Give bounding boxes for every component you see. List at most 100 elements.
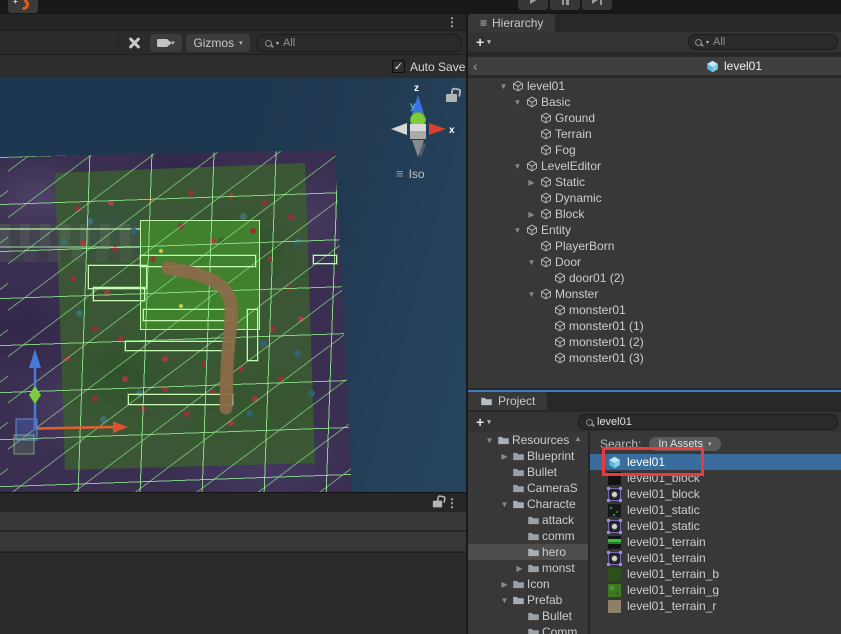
folder-item[interactable]: comm bbox=[468, 528, 588, 544]
chevron-down-icon: ▾ bbox=[487, 418, 491, 426]
folder-item[interactable]: ▼Characte bbox=[468, 496, 588, 512]
project-add-button[interactable]: + ▾ bbox=[476, 414, 491, 430]
hierarchy-item[interactable]: monster01 bbox=[468, 302, 841, 318]
scene-search-input[interactable] bbox=[283, 37, 453, 49]
hierarchy-tree: ▼level01 ▼Basic Ground Terrain Fog ▼Leve… bbox=[468, 78, 841, 388]
folder-item[interactable]: Bullet bbox=[468, 464, 588, 480]
camera-view-dropdown[interactable]: ▾ bbox=[150, 34, 182, 52]
projection-toggle[interactable]: ≡ Iso bbox=[396, 166, 425, 181]
folder-icon bbox=[527, 626, 540, 634]
tab-hierarchy[interactable]: ≡ Hierarchy bbox=[468, 14, 555, 32]
asset-row[interactable]: level01_terrain_r bbox=[590, 598, 841, 614]
axis-gizmo-y-ball[interactable] bbox=[411, 113, 426, 128]
hierarchy-search-field[interactable]: ▾ bbox=[688, 34, 838, 50]
hierarchy-item[interactable]: ▼Basic bbox=[468, 94, 841, 110]
folder-item[interactable]: ▶monst bbox=[468, 560, 588, 576]
scene-viewport[interactable]: z y x ≡ Iso bbox=[0, 78, 466, 492]
folder-icon bbox=[512, 482, 525, 495]
hierarchy-item[interactable]: ▼Entity bbox=[468, 222, 841, 238]
project-search-input[interactable] bbox=[597, 416, 830, 428]
hierarchy-item[interactable]: door01 (2) bbox=[468, 270, 841, 286]
hierarchy-item[interactable]: ▶Block bbox=[468, 206, 841, 222]
scrollbar-up-arrow-icon[interactable]: ▲ bbox=[574, 434, 582, 443]
expander-icon[interactable]: ▶ bbox=[526, 178, 537, 187]
back-chevron-icon[interactable]: ‹ bbox=[473, 58, 478, 74]
gameobject-cube-icon bbox=[540, 112, 552, 124]
tab-project[interactable]: Project bbox=[468, 392, 547, 410]
folder-item[interactable]: ▶Blueprint bbox=[468, 448, 588, 464]
kebab-menu-icon[interactable]: ⋮ bbox=[446, 15, 458, 29]
folder-item[interactable]: ▼ Prefab bbox=[468, 592, 588, 608]
asset-label: level01_terrain bbox=[627, 551, 706, 565]
hierarchy-item[interactable]: monster01 (3) bbox=[468, 350, 841, 366]
tools-icon[interactable] bbox=[126, 35, 142, 51]
expander-icon[interactable]: ▶ bbox=[514, 564, 525, 573]
asset-row[interactable]: level01_terrain bbox=[590, 534, 841, 550]
hierarchy-item[interactable]: monster01 (1) bbox=[468, 318, 841, 334]
hierarchy-item[interactable]: Ground bbox=[468, 110, 841, 126]
auto-save-checkbox[interactable]: ✓ bbox=[392, 60, 405, 73]
pause-button[interactable] bbox=[550, 0, 580, 10]
axis-gizmo-down-cone[interactable] bbox=[412, 140, 424, 157]
asset-row[interactable]: level01_static bbox=[590, 502, 841, 518]
expander-icon[interactable]: ▶ bbox=[526, 210, 537, 219]
hierarchy-item[interactable]: ▼LevelEditor bbox=[468, 158, 841, 174]
folder-item-selected[interactable]: hero bbox=[468, 544, 588, 560]
asset-row[interactable]: level01_block bbox=[590, 486, 841, 502]
folder-item[interactable]: Comm bbox=[468, 624, 588, 634]
folder-label: Icon bbox=[527, 577, 550, 591]
hierarchy-item[interactable]: Fog bbox=[468, 142, 841, 158]
expander-icon[interactable]: ▼ bbox=[499, 596, 510, 605]
project-search-field[interactable] bbox=[578, 414, 838, 430]
axis-gizmo-left-cone[interactable] bbox=[391, 123, 407, 135]
scene-search-field[interactable]: ▾ bbox=[256, 34, 462, 52]
gizmos-dropdown[interactable]: Gizmos ▾ bbox=[186, 34, 250, 52]
expander-icon[interactable]: ▼ bbox=[512, 162, 523, 171]
folder-item[interactable]: Bullet bbox=[468, 608, 588, 624]
kebab-menu-icon[interactable]: ⋮ bbox=[446, 496, 458, 510]
step-button[interactable] bbox=[582, 0, 612, 10]
hierarchy-search-input[interactable] bbox=[713, 36, 831, 48]
expander-icon[interactable]: ▼ bbox=[512, 98, 523, 107]
axis-gizmo-center-cube[interactable] bbox=[410, 124, 426, 139]
asset-row[interactable]: level01_terrain bbox=[590, 550, 841, 566]
block-outline bbox=[313, 255, 337, 264]
project-search-results: Search: In Assets ▾ level01 level01_bloc… bbox=[590, 432, 841, 634]
asset-row[interactable]: level01_terrain_b bbox=[590, 566, 841, 582]
expander-icon[interactable]: ▼ bbox=[498, 82, 509, 91]
folder-item[interactable]: attack bbox=[468, 512, 588, 528]
snap-tool-button[interactable]: + bbox=[8, 0, 38, 13]
hierarchy-item[interactable]: monster01 (2) bbox=[468, 334, 841, 350]
expander-icon[interactable]: ▼ bbox=[499, 500, 510, 509]
play-button[interactable] bbox=[518, 0, 548, 10]
expander-icon[interactable]: ▼ bbox=[526, 290, 537, 299]
plus-icon: + bbox=[476, 34, 484, 50]
folder-label: Prefab bbox=[527, 593, 562, 607]
hierarchy-item[interactable]: Dynamic bbox=[468, 190, 841, 206]
hierarchy-item[interactable]: ▼Door bbox=[468, 254, 841, 270]
axis-gizmo-z-cone[interactable] bbox=[412, 95, 424, 114]
block-outline bbox=[125, 341, 233, 351]
hierarchy-item[interactable]: ▼Monster bbox=[468, 286, 841, 302]
expander-icon[interactable]: ▶ bbox=[499, 452, 510, 461]
unlock-icon[interactable] bbox=[433, 501, 442, 508]
expander-icon[interactable]: ▶ bbox=[499, 580, 510, 589]
folder-item[interactable]: CameraS bbox=[468, 480, 588, 496]
hierarchy-item[interactable]: PlayerBorn bbox=[468, 238, 841, 254]
expander-icon[interactable]: ▼ bbox=[512, 226, 523, 235]
hierarchy-item[interactable]: ▼level01 bbox=[468, 78, 841, 94]
axis-gizmo-x-cone[interactable] bbox=[429, 123, 446, 135]
hierarchy-add-button[interactable]: + ▾ bbox=[476, 34, 491, 50]
gameobject-cube-icon bbox=[554, 304, 566, 316]
hierarchy-item[interactable]: ▶Static bbox=[468, 174, 841, 190]
lock-icon[interactable] bbox=[446, 94, 457, 102]
folder-item[interactable]: ▼Resources bbox=[468, 432, 588, 448]
folder-icon bbox=[527, 562, 540, 575]
hierarchy-item[interactable]: Terrain bbox=[468, 126, 841, 142]
asset-row[interactable]: level01_static bbox=[590, 518, 841, 534]
asset-row[interactable]: level01_terrain_g bbox=[590, 582, 841, 598]
breadcrumb[interactable]: level01 bbox=[706, 59, 762, 73]
expander-icon[interactable]: ▼ bbox=[526, 258, 537, 267]
folder-item[interactable]: ▶ Icon bbox=[468, 576, 588, 592]
expander-icon[interactable]: ▼ bbox=[484, 436, 495, 445]
